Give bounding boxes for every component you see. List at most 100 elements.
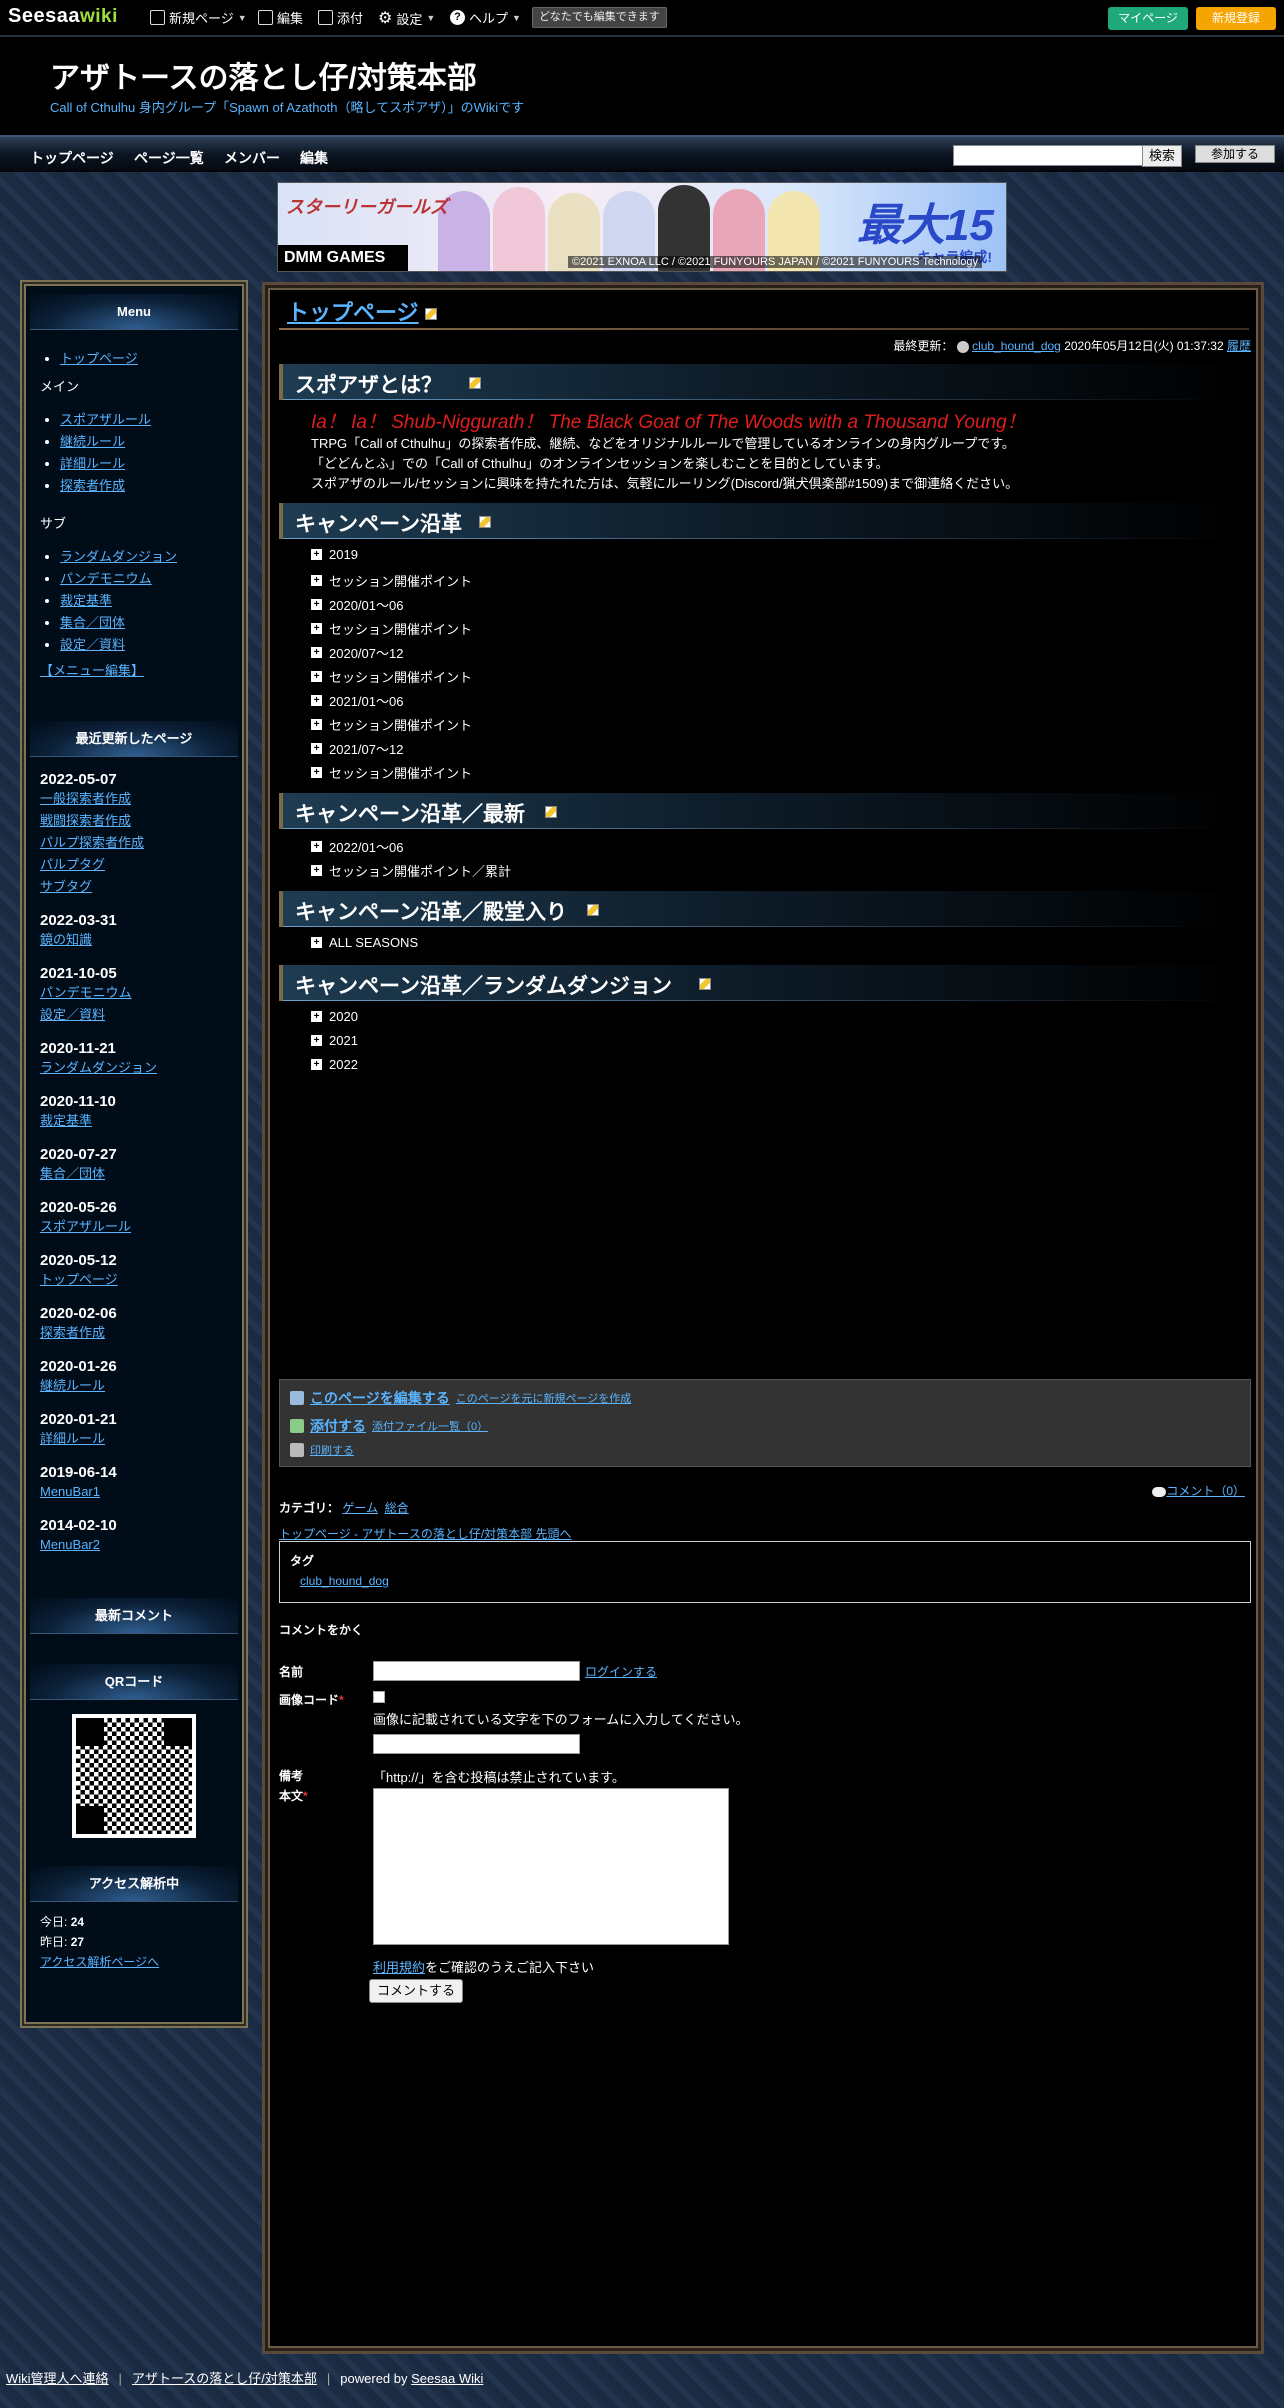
expand-icon[interactable]: +: [311, 719, 322, 730]
tree-item[interactable]: +2021/07～12: [311, 739, 403, 758]
nav-top-page[interactable]: トップページ: [30, 148, 114, 168]
edit-page-link[interactable]: このページを編集する: [310, 1388, 450, 1408]
menu-link[interactable]: 探索者作成: [60, 478, 125, 493]
mypage-button[interactable]: マイページ: [1108, 7, 1188, 30]
footer-site-link[interactable]: アザトースの落とし仔/対策本部: [132, 2371, 317, 2386]
expand-icon[interactable]: +: [311, 767, 322, 778]
expand-icon[interactable]: +: [311, 575, 322, 586]
terms-link[interactable]: 利用規約: [373, 1960, 425, 1975]
expand-icon[interactable]: +: [311, 599, 322, 610]
recent-page-link[interactable]: 探索者作成: [40, 1325, 105, 1340]
print-link[interactable]: 印刷する: [310, 1442, 354, 1458]
recent-page-link[interactable]: 戦闘探索者作成: [40, 813, 131, 828]
category-link[interactable]: 総合: [385, 1501, 409, 1515]
tree-item[interactable]: +2021/01～06: [311, 691, 403, 710]
tag-link[interactable]: club_hound_dog: [300, 1574, 389, 1588]
pencil-icon[interactable]: [424, 308, 437, 321]
recent-page-link[interactable]: 詳細ルール: [40, 1431, 105, 1446]
recent-page-link[interactable]: パルプタグ: [40, 857, 105, 872]
menu-link[interactable]: パンデモニウム: [60, 571, 152, 586]
site-title[interactable]: アザトースの落とし仔/対策本部: [50, 53, 477, 97]
submit-comment-button[interactable]: コメントする: [369, 1979, 463, 2003]
recent-page-link[interactable]: MenuBar1: [40, 1484, 100, 1499]
join-button[interactable]: 参加する: [1195, 145, 1275, 163]
tree-item[interactable]: +2020/07～12: [311, 643, 403, 662]
tree-item[interactable]: +2022/01～06: [311, 837, 403, 856]
attach-menu[interactable]: 添付: [318, 8, 363, 27]
recent-page-link[interactable]: 裁定基準: [40, 1113, 92, 1128]
pencil-icon[interactable]: [479, 516, 491, 528]
tree-item[interactable]: +2021: [311, 1033, 358, 1048]
tree-item[interactable]: + ALL SEASONS: [311, 935, 418, 950]
expand-icon[interactable]: +: [311, 671, 322, 682]
breadcrumb-link[interactable]: トップページ - アザトースの落とし仔/対策本部 先頭へ: [279, 1527, 572, 1541]
menu-edit-link[interactable]: 【メニュー編集】: [40, 663, 144, 678]
recent-page-link[interactable]: 一般探索者作成: [40, 791, 131, 806]
expand-icon[interactable]: +: [311, 743, 322, 754]
history-link[interactable]: 履歴: [1227, 339, 1251, 353]
menu-link[interactable]: 設定／資料: [60, 637, 125, 652]
captcha-input[interactable]: [373, 1734, 580, 1754]
recent-page-link[interactable]: スポアザルール: [40, 1219, 131, 1234]
body-textarea[interactable]: [373, 1788, 729, 1945]
expand-icon[interactable]: +: [311, 1059, 322, 1070]
menu-link-top[interactable]: トップページ: [60, 351, 138, 366]
tree-item[interactable]: +2020/01～06: [311, 595, 403, 614]
pencil-icon[interactable]: [699, 978, 711, 990]
pencil-icon[interactable]: [545, 806, 557, 818]
settings-menu[interactable]: ⚙ 設定 ▼: [378, 8, 435, 28]
updated-user-link[interactable]: club_hound_dog: [972, 339, 1061, 353]
menu-link[interactable]: 詳細ルール: [60, 456, 125, 471]
name-input[interactable]: [373, 1661, 580, 1681]
nav-members[interactable]: メンバー: [224, 148, 280, 168]
qr-code[interactable]: [72, 1714, 196, 1838]
expand-icon[interactable]: +: [311, 1011, 322, 1022]
recent-page-link[interactable]: トップページ: [40, 1272, 118, 1287]
recent-page-link[interactable]: MenuBar2: [40, 1537, 100, 1552]
menu-link[interactable]: 集合／団体: [60, 615, 125, 630]
comment-count-link[interactable]: コメント（0）: [1166, 1484, 1245, 1498]
pencil-icon[interactable]: [587, 904, 599, 916]
expand-icon[interactable]: +: [311, 623, 322, 634]
ad-banner[interactable]: スターリーガールズ DMM GAMES 最大15 キャラ編成! ©2021 EX…: [277, 182, 1007, 272]
attach-list-link[interactable]: 添付ファイル一覧（0）: [372, 1418, 488, 1434]
search-button[interactable]: 検索: [1142, 145, 1182, 167]
new-from-page-link[interactable]: このページを元に新規ページを作成: [456, 1390, 632, 1406]
expand-icon[interactable]: +: [311, 1035, 322, 1046]
login-link[interactable]: ログインする: [585, 1665, 657, 1679]
seesaa-logo[interactable]: Seesaawiki: [8, 5, 118, 28]
expand-icon[interactable]: +: [311, 937, 322, 948]
expand-icon[interactable]: +: [311, 695, 322, 706]
contact-admin-link[interactable]: Wiki管理人へ連絡: [6, 2371, 109, 2386]
tree-item[interactable]: + セッション開催ポイント: [311, 715, 472, 734]
nav-page-list[interactable]: ページ一覧: [134, 148, 204, 168]
edit-menu[interactable]: 編集: [258, 8, 303, 27]
recent-page-link[interactable]: 集合／団体: [40, 1166, 105, 1181]
tree-item[interactable]: + セッション開催ポイント／累計: [311, 861, 511, 880]
tree-item[interactable]: + セッション開催ポイント: [311, 667, 472, 686]
pencil-icon[interactable]: [469, 377, 481, 389]
attach-link[interactable]: 添付する: [310, 1416, 366, 1436]
recent-page-link[interactable]: ランダムダンジョン: [40, 1060, 157, 1075]
tree-item[interactable]: + セッション開催ポイント: [311, 571, 472, 590]
recent-page-link[interactable]: 継続ルール: [40, 1378, 105, 1393]
tree-item[interactable]: +2022: [311, 1057, 358, 1072]
menu-link[interactable]: 裁定基準: [60, 593, 112, 608]
page-title[interactable]: トップページ: [287, 295, 437, 327]
seesaa-wiki-link[interactable]: Seesaa Wiki: [411, 2371, 483, 2386]
help-menu[interactable]: ? ヘルプ ▼: [450, 8, 521, 27]
expand-icon[interactable]: +: [311, 647, 322, 658]
menu-link[interactable]: 継続ルール: [60, 434, 125, 449]
new-page-menu[interactable]: 新規ページ ▼: [150, 8, 247, 27]
recent-page-link[interactable]: 設定／資料: [40, 1007, 105, 1022]
recent-page-link[interactable]: サブタグ: [40, 879, 92, 894]
access-link[interactable]: アクセス解析ページへ: [40, 1955, 159, 1969]
expand-icon[interactable]: +: [311, 549, 322, 560]
tree-item[interactable]: + セッション開催ポイント: [311, 619, 472, 638]
menu-link[interactable]: ランダムダンジョン: [60, 549, 177, 564]
signup-button[interactable]: 新規登録: [1196, 7, 1276, 30]
expand-icon[interactable]: +: [311, 841, 322, 852]
recent-page-link[interactable]: 鏡の知識: [40, 932, 92, 947]
menu-link[interactable]: スポアザルール: [60, 412, 151, 427]
expand-icon[interactable]: +: [311, 865, 322, 876]
